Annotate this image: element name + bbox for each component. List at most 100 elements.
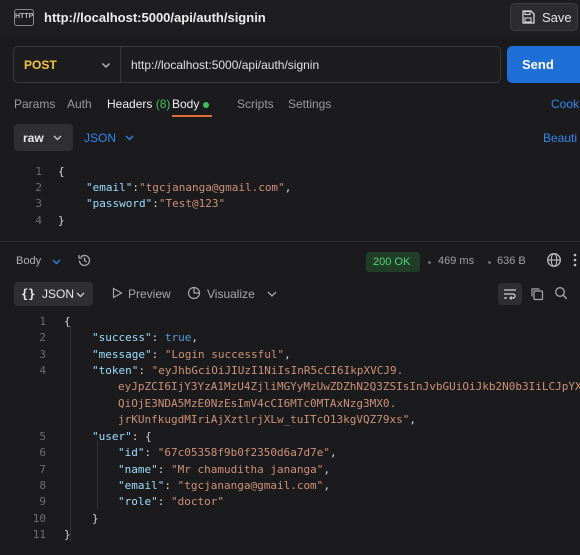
response-body-viewer[interactable]: 1 2 3 4 5 6 7 8 9 10 11 { "success": tru… bbox=[0, 312, 580, 548]
code-line: "email": "tgcjananga@gmail.com", bbox=[118, 479, 330, 492]
code-brace: { bbox=[58, 165, 65, 178]
preview-tab[interactable]: Preview bbox=[128, 287, 171, 301]
json-key: "success" bbox=[92, 331, 152, 344]
more-icon[interactable] bbox=[570, 252, 580, 268]
tab-params[interactable]: Params bbox=[14, 97, 55, 111]
json-key: "email" bbox=[86, 181, 133, 194]
request-title[interactable]: http://localhost:5000/api/auth/signin bbox=[44, 10, 266, 25]
json-value: true bbox=[164, 331, 192, 344]
visualize-icon[interactable] bbox=[187, 286, 201, 300]
response-format-select[interactable]: {} JSON bbox=[14, 282, 93, 306]
chevron-down-icon[interactable] bbox=[100, 59, 112, 71]
line-number: 1 bbox=[35, 165, 42, 178]
visualize-tab[interactable]: Visualize bbox=[207, 287, 255, 301]
headers-count: (8) bbox=[155, 97, 171, 111]
json-value: "tgcjananga@gmail.com" bbox=[177, 479, 324, 492]
beautify-link[interactable]: Beauti bbox=[543, 131, 577, 145]
token-continuation: QiOjE3NDA5MzE0NzEsImV4cCI6MTc0MTAxNzg3MX… bbox=[118, 397, 397, 410]
copy-icon[interactable] bbox=[530, 287, 544, 301]
separator-dot bbox=[428, 261, 431, 264]
json-key: "role" bbox=[118, 495, 158, 508]
json-value: "Test@123" bbox=[158, 197, 226, 210]
indent-guide bbox=[97, 441, 98, 509]
tab-auth[interactable]: Auth bbox=[67, 97, 92, 111]
line-number: 9 bbox=[39, 495, 46, 508]
line-number: 2 bbox=[35, 181, 42, 194]
wrap-lines-button[interactable] bbox=[498, 283, 522, 305]
tab-body[interactable]: Body bbox=[172, 97, 210, 111]
title-bar: HTTP http://localhost:5000/api/auth/sign… bbox=[0, 0, 580, 36]
code-brace: } bbox=[92, 512, 99, 525]
chevron-down-icon bbox=[125, 135, 134, 141]
method-select[interactable]: POST bbox=[24, 58, 57, 72]
url-input[interactable]: http://localhost:5000/api/auth/signin bbox=[131, 58, 319, 72]
json-key: "token" bbox=[92, 364, 139, 377]
body-type-select[interactable]: raw bbox=[14, 124, 73, 151]
request-bar: POST http://localhost:5000/api/auth/sign… bbox=[13, 46, 501, 83]
save-button[interactable]: Save bbox=[510, 3, 578, 31]
body-type-label: raw bbox=[23, 131, 44, 145]
json-value: "tgcjananga@gmail.com" bbox=[138, 181, 285, 194]
response-size[interactable]: 636 B bbox=[497, 255, 526, 267]
save-icon bbox=[522, 10, 535, 24]
code-line: "token": "eyJhbGciOiJIUzI1NiIsInR5cCI6Ik… bbox=[92, 364, 404, 377]
search-icon[interactable] bbox=[554, 286, 568, 300]
json-value: "doctor" bbox=[171, 495, 224, 508]
response-format-label: JSON bbox=[42, 287, 75, 301]
send-button[interactable]: Send bbox=[507, 46, 580, 83]
http-icon: HTTP bbox=[14, 9, 34, 26]
chevron-down-icon[interactable] bbox=[265, 287, 279, 301]
code-line: "name": "Mr chamuditha jananga", bbox=[118, 463, 330, 476]
line-number: 3 bbox=[35, 197, 42, 210]
json-key: "user" bbox=[92, 430, 132, 443]
active-tab-indicator bbox=[172, 115, 212, 117]
cookies-link[interactable]: Cook bbox=[551, 97, 579, 111]
chevron-down-icon[interactable] bbox=[51, 256, 62, 267]
line-number: 8 bbox=[39, 479, 46, 492]
body-indicator-dot bbox=[203, 101, 210, 108]
line-number: 11 bbox=[32, 528, 46, 541]
json-key: "email" bbox=[118, 479, 165, 492]
body-format-select[interactable]: JSON bbox=[84, 131, 134, 145]
request-body-editor[interactable]: 1 2 3 4 { "email":"tgcjananga@gmail.com"… bbox=[0, 162, 580, 234]
line-number: 2 bbox=[39, 331, 46, 344]
play-icon[interactable] bbox=[110, 286, 124, 300]
token-continuation: jrKUnfkugdMIriAjXztlrjXLw_tuITcO13kgVQZ7… bbox=[118, 413, 417, 426]
json-value: "Login successful" bbox=[164, 348, 285, 361]
save-label: Save bbox=[542, 10, 572, 25]
globe-icon[interactable] bbox=[546, 252, 562, 268]
json-key: "name" bbox=[118, 463, 158, 476]
json-value: "Mr chamuditha jananga" bbox=[171, 463, 324, 476]
send-label: Send bbox=[522, 57, 554, 72]
history-icon[interactable] bbox=[77, 253, 92, 268]
response-time[interactable]: 469 ms bbox=[438, 255, 474, 267]
line-number: 4 bbox=[39, 364, 46, 377]
token-continuation: eyJpZCI6IjY3YzA1MzU4ZjliMGYyMzUwZDZhN2Q3… bbox=[118, 380, 580, 393]
code-brace: } bbox=[58, 214, 65, 227]
status-badge[interactable]: 200 OK bbox=[366, 252, 420, 272]
tab-settings[interactable]: Settings bbox=[288, 97, 331, 111]
code-line: "user": { bbox=[92, 430, 152, 443]
code-brace: } bbox=[64, 528, 71, 541]
json-key: "password" bbox=[86, 197, 153, 210]
status-text: 200 OK bbox=[373, 256, 411, 268]
line-number: 7 bbox=[39, 463, 46, 476]
chevron-down-icon bbox=[53, 135, 62, 141]
request-tabs: Params Auth Headers (8) Body Scripts Set… bbox=[14, 97, 580, 117]
tab-body-label: Body bbox=[172, 97, 200, 111]
code-line: "id": "67c05358f9b0f2350d6a7d7e", bbox=[118, 446, 337, 459]
code-line: "message": "Login successful", bbox=[92, 348, 291, 361]
line-number: 5 bbox=[39, 430, 46, 443]
divider bbox=[0, 241, 580, 242]
json-key: "id" bbox=[118, 446, 145, 459]
braces-icon: {} bbox=[21, 287, 36, 301]
tab-scripts[interactable]: Scripts bbox=[237, 97, 274, 111]
json-key: "message" bbox=[92, 348, 152, 361]
body-format-label: JSON bbox=[84, 131, 117, 145]
separator-dot bbox=[488, 261, 491, 264]
tab-headers[interactable]: Headers (8) bbox=[107, 97, 170, 111]
indent-guide bbox=[70, 326, 71, 542]
line-number: 3 bbox=[39, 348, 46, 361]
line-number: 1 bbox=[39, 315, 46, 328]
response-body-label[interactable]: Body bbox=[16, 255, 41, 267]
